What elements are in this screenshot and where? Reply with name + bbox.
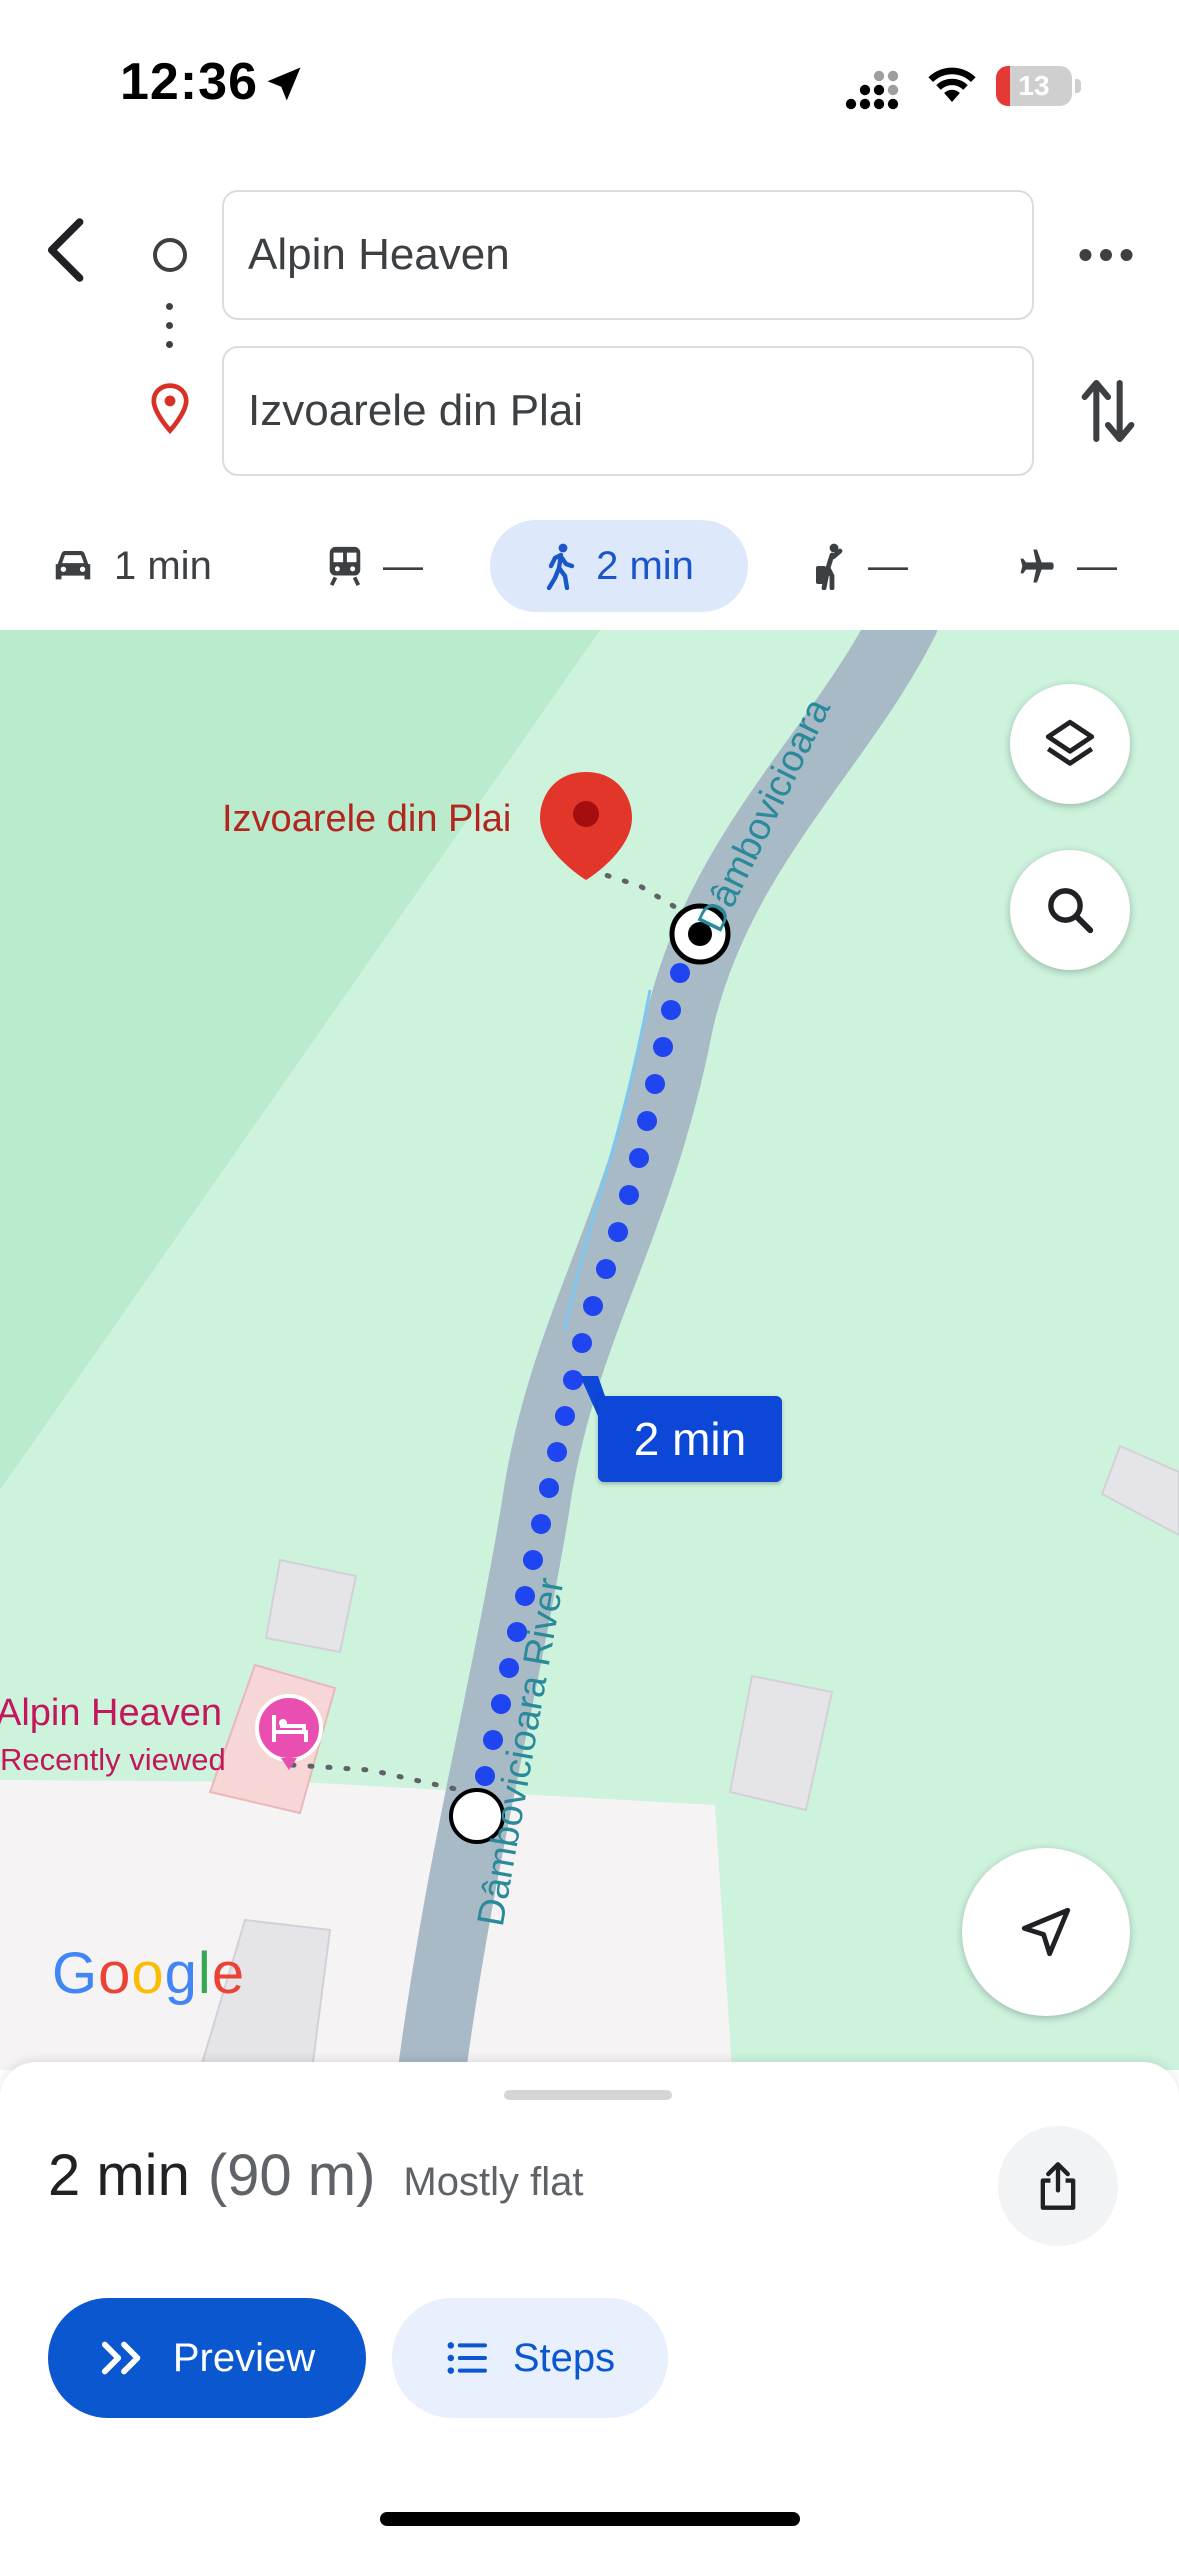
walk-icon [546,543,575,590]
destination-input[interactable]: Izvoarele din Plai [222,346,1034,476]
sheet-drag-handle[interactable] [504,2090,672,2100]
destination-map-label[interactable]: Izvoarele din Plai [222,798,511,841]
summary-distance: (90 m) [207,2143,376,2208]
layers-icon [1045,719,1095,766]
list-icon [447,2342,487,2374]
destination-pin-icon [151,383,189,435]
destination-map-pin-icon [540,772,632,880]
mode-flight[interactable]: — [1015,520,1117,612]
steps-button[interactable]: Steps [392,2298,668,2418]
preview-label: Preview [172,2335,316,2380]
mode-transit[interactable]: — [325,520,423,612]
route-summary-sheet: 2 min (90 m) Mostly flat Preview Steps [0,2062,1179,2556]
transit-icon [329,546,361,586]
swap-icon[interactable] [1080,376,1136,446]
rideshare-icon [816,543,843,590]
mode-transit-time: — [383,543,423,588]
mode-driving[interactable]: 1 min [50,520,212,612]
more-icon[interactable] [1078,240,1134,270]
route-summary: 2 min (90 m) Mostly flat [48,2142,583,2209]
origin-map-sublabel: Recently viewed [0,1742,226,1777]
summary-time: 2 min [48,2143,190,2208]
search-icon [1048,888,1094,934]
map-view[interactable]: Izvoarele din Plai Alpin Heaven Recently… [0,630,1179,2070]
map-canvas [0,630,1179,2070]
route-duration-callout[interactable]: 2 min [598,1396,782,1482]
preview-chevrons-icon [101,2341,141,2375]
wifi-icon [928,67,976,102]
layers-button[interactable] [1010,684,1130,804]
mode-rideshare[interactable]: — [810,520,908,612]
map-search-button[interactable] [1010,850,1130,970]
summary-terrain: Mostly flat [403,2160,584,2204]
origin-marker-icon [153,238,187,272]
back-icon[interactable] [40,215,96,285]
route-connector [166,303,174,363]
preview-button[interactable]: Preview [48,2298,366,2418]
origin-input[interactable]: Alpin Heaven [222,190,1034,320]
mode-rideshare-time: — [868,543,908,588]
steps-label: Steps [512,2335,616,2380]
location-arrow-icon [267,67,301,101]
recenter-icon [1021,1907,1071,1957]
recenter-button[interactable] [962,1848,1130,2016]
origin-map-label[interactable]: Alpin Heaven [0,1692,222,1735]
battery-icon: 13 [996,66,1082,106]
flight-icon [1020,549,1054,583]
battery-level: 13 [1018,70,1050,101]
mode-walking-time: 2 min [596,543,694,588]
google-logo: Google [52,1941,246,2006]
travel-mode-bar: 1 min — 2 min — — [0,520,1179,612]
car-icon [55,551,91,580]
mode-walking[interactable]: 2 min [490,520,748,612]
share-icon [1040,2162,1076,2210]
mode-flight-time: — [1077,543,1117,588]
cellular-signal-icon [845,70,899,110]
home-indicator[interactable] [380,2512,800,2526]
status-time: 12:36 [120,53,258,111]
share-button[interactable] [998,2126,1118,2246]
mode-driving-time: 1 min [114,543,212,588]
status-bar: 12:36 13 [0,0,1179,170]
